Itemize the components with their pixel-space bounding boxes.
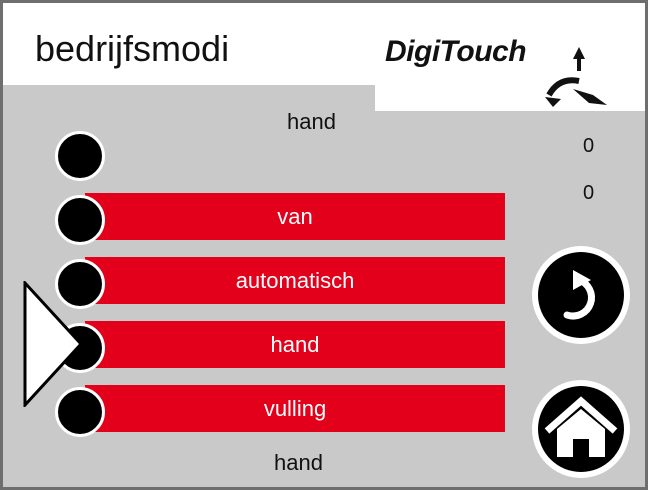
mode-indicator-van (55, 195, 105, 245)
mode-button-automatisch[interactable]: automatisch (85, 257, 505, 304)
home-button[interactable] (529, 377, 633, 481)
current-mode-label-bottom: hand (274, 450, 323, 475)
status-indicator-dot (55, 131, 105, 181)
page-title: bedrijfsmodi (35, 28, 230, 69)
mode-button-vulling[interactable]: vulling (85, 385, 505, 432)
value-readout-1: 0 (583, 135, 595, 157)
screen: bedrijfsmodi DigiTouch hand 0 0 van auto… (0, 0, 648, 490)
value-readout-2: 0 (583, 182, 595, 204)
selection-pointer-icon (23, 281, 84, 407)
logo-swirl-icon (545, 47, 607, 107)
mode-button-van[interactable]: van (85, 193, 505, 240)
mode-button-hand[interactable]: hand (85, 321, 505, 368)
current-mode-label-top: hand (287, 109, 336, 134)
digitouch-logo: DigiTouch (375, 3, 645, 111)
back-button[interactable] (529, 243, 633, 347)
